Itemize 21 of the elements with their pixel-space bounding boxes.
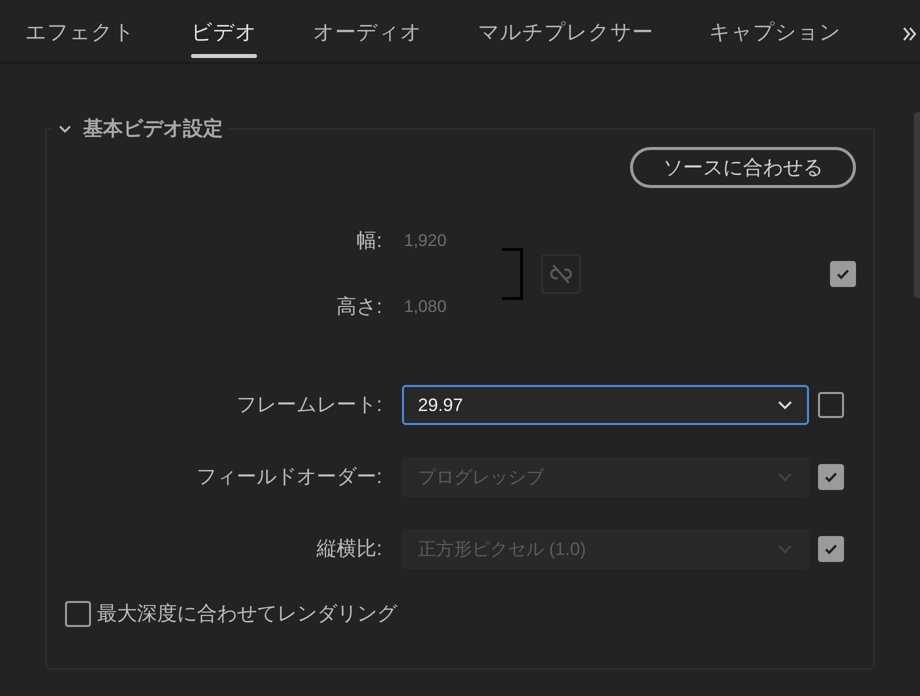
field-label: フレームレート:	[235, 393, 382, 418]
checkbox-label: 最大深度に合わせてレンダリング	[97, 602, 397, 627]
link-bracket	[502, 248, 523, 300]
tab[interactable]: オーディオ	[313, 0, 422, 62]
field-label: 幅:	[355, 229, 382, 254]
dropdown[interactable]: 29.97	[402, 385, 809, 425]
checkbox[interactable]	[65, 601, 91, 627]
tab[interactable]: エフェクト	[25, 0, 135, 62]
overflow-icon[interactable]	[902, 26, 918, 42]
checkbox[interactable]	[818, 392, 844, 418]
tab[interactable]: マルチプレクサー	[478, 0, 653, 62]
match-source-button[interactable]: ソースに合わせる	[630, 147, 856, 188]
dimension-value: 1,080	[404, 296, 448, 318]
dimension-value: 1,920	[404, 230, 448, 252]
tab[interactable]: キャプション	[709, 0, 841, 62]
field-label: 縦横比:	[315, 537, 382, 562]
section-title: 基本ビデオ設定	[83, 116, 223, 142]
checkbox[interactable]	[830, 261, 856, 287]
field-label: 高さ:	[335, 295, 382, 320]
tab[interactable]: ビデオ	[191, 0, 257, 62]
field-label: フィールドオーダー:	[195, 465, 382, 490]
